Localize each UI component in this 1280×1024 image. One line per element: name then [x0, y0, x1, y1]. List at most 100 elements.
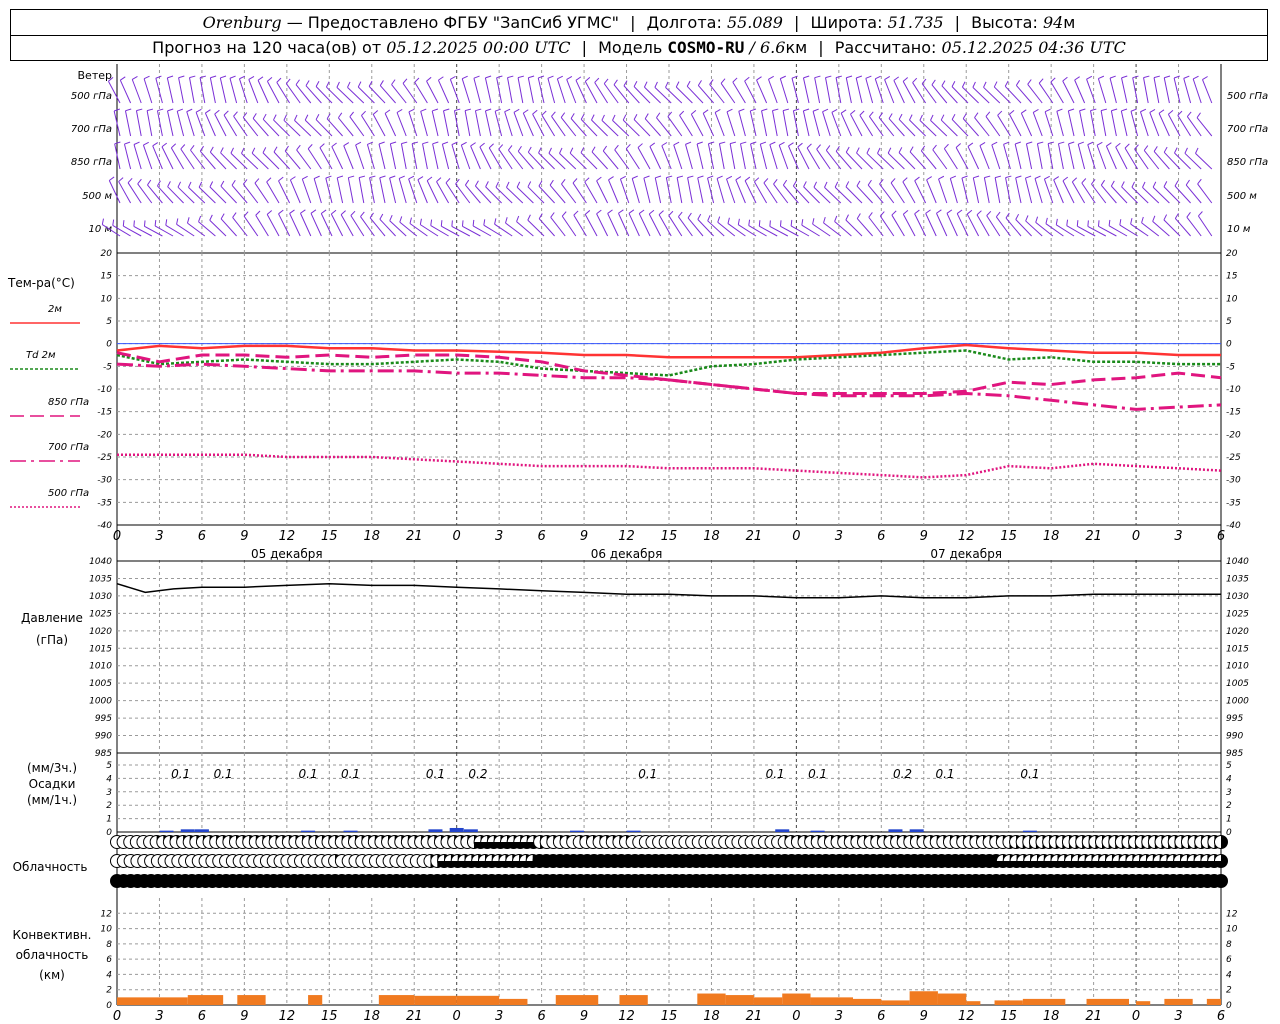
wind-barb-feather	[109, 176, 115, 181]
wind-barb	[133, 144, 142, 170]
wind-barb-feather	[254, 178, 260, 184]
wind-barb-feather	[649, 142, 656, 147]
convective-title: Конвективн.	[13, 928, 92, 942]
wind-barb-feather	[902, 77, 909, 82]
wind-barb	[726, 111, 736, 137]
wind-barb-feather	[1196, 112, 1201, 118]
wind-barb	[732, 81, 746, 104]
wind-barb	[936, 213, 948, 237]
wind-barb-feather	[951, 113, 956, 120]
wind-barb-feather	[584, 210, 591, 215]
wind-barb	[1195, 153, 1213, 170]
wind-barb-feather	[845, 214, 849, 221]
wind-barb-feather	[399, 175, 405, 179]
wind-barb-feather	[355, 141, 362, 146]
wind-barb-feather	[898, 113, 903, 120]
wind-barb-feather	[614, 144, 619, 151]
wind-barb	[325, 177, 333, 204]
wind-barb-feather	[732, 77, 738, 83]
wind-barb	[142, 144, 153, 170]
wind-barb-feather	[170, 143, 177, 149]
wind-barb	[422, 143, 428, 170]
temp-tick-label: -25	[97, 453, 112, 463]
wind-barb	[301, 178, 312, 204]
wind-barb-feather	[697, 80, 702, 86]
wind-barb-feather	[831, 108, 838, 113]
convective-tick-label-right: 2	[1226, 986, 1232, 996]
wind-barb-feather	[687, 212, 692, 219]
pressure-tick-label-right: 1010	[1226, 662, 1249, 672]
precip-tick-label: 3	[106, 788, 112, 798]
wind-barb-feather	[445, 178, 451, 184]
wind-barb-feather	[464, 179, 470, 186]
wind-barb-feather	[243, 211, 249, 217]
wind-barb-feather	[257, 76, 264, 81]
wind-barb-feather	[991, 141, 998, 146]
wind-barb	[932, 149, 948, 170]
wind-barb-feather	[295, 79, 300, 85]
temp-tick-label: -5	[103, 362, 112, 372]
wind-barb-feather	[850, 109, 856, 115]
wind-barb	[949, 178, 958, 204]
wind-barb-feather	[919, 114, 923, 121]
wind-barb	[690, 114, 704, 137]
wind-barb-feather	[507, 145, 513, 151]
wind-barb	[1121, 77, 1128, 104]
wind-barb	[697, 177, 704, 204]
wind-barb	[607, 213, 619, 237]
wind-barb-feather	[132, 75, 138, 80]
precip-value-label: 0.1	[638, 767, 657, 781]
wind-barb-feather	[155, 75, 162, 79]
wind-barb	[1158, 113, 1170, 137]
wind-barb	[649, 146, 662, 170]
wind-barb-feather	[114, 141, 121, 145]
wind-barb	[1025, 220, 1043, 237]
wind-barb-feather	[1066, 219, 1069, 226]
wind-barb-feather	[1025, 175, 1032, 179]
wind-barb	[1077, 225, 1096, 237]
wind-barb	[460, 144, 471, 170]
meteogram: Ветер 500 гПа 500 гПа 700 гПа 700 гПа 850 гПа…	[7, 64, 1268, 1024]
wind-barb	[1045, 223, 1064, 237]
wind-barb-feather	[1062, 76, 1068, 82]
wind-barb	[366, 144, 375, 170]
wind-barb	[637, 147, 651, 170]
wind-barb-feather	[890, 178, 896, 184]
wind-barb	[1068, 143, 1075, 170]
wind-barb	[802, 77, 810, 104]
wind-barb-feather	[262, 147, 267, 153]
wind-barb	[1184, 152, 1202, 170]
wind-barb-feather	[737, 218, 740, 225]
wind-barb-feather	[430, 219, 433, 226]
hour-tick-label: 3	[1174, 529, 1182, 544]
wind-barb-feather	[1111, 108, 1118, 112]
wind-barb	[643, 177, 651, 204]
wind-barb	[131, 79, 142, 104]
wind-barb-feather	[1132, 75, 1139, 79]
hour-tick-label: 3	[155, 529, 163, 544]
wind-barb-feather	[278, 176, 284, 182]
wind-barb	[729, 143, 736, 170]
convective-bar	[1136, 1001, 1151, 1005]
wind-barb	[441, 143, 450, 170]
wind-barb-feather	[867, 179, 872, 186]
wind-barb-feather	[859, 110, 865, 116]
wind-barb-feather	[1037, 141, 1044, 145]
wind-barb	[517, 77, 524, 104]
hour-tick-label: 3	[495, 1009, 503, 1024]
wind-barb	[220, 152, 237, 170]
wind-barb	[473, 78, 481, 104]
precip-value-label: 0.1	[1020, 767, 1039, 781]
hour-tick-label: 15	[1000, 1009, 1017, 1024]
wind-barb-feather	[302, 175, 308, 180]
temp-legend-label: 850 гПа	[48, 397, 89, 408]
wind-barb	[289, 179, 301, 204]
wind-barb-feather	[951, 81, 956, 87]
convective-bar	[456, 995, 500, 1005]
wind-barb-feather	[1027, 79, 1032, 85]
wind-barb-feather	[772, 108, 779, 112]
wind-barb-feather	[1015, 213, 1020, 220]
cloudiness-title: Облачность	[13, 860, 88, 874]
wind-barb-feather	[464, 108, 472, 112]
wind-barb-feather	[727, 217, 730, 224]
